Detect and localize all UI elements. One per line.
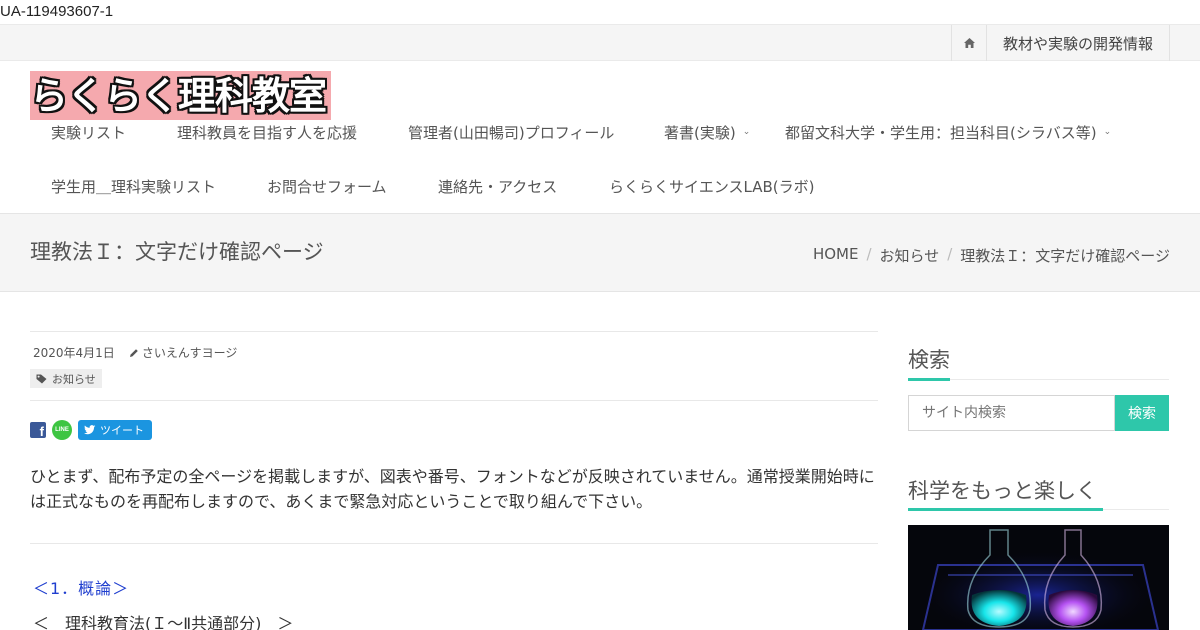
breadcrumb-current: 理教法Ｉ：文字だけ確認ページ xyxy=(960,247,1170,265)
science-widget-title: 科学をもっと楽しく xyxy=(908,479,1097,503)
section-heading: ＜1．概論＞ xyxy=(33,579,130,598)
breadcrumb-separator: / xyxy=(947,245,953,263)
tweet-button[interactable]: ツイート xyxy=(78,420,152,440)
nav-item-books[interactable]: 著書(実験) ⌄ xyxy=(664,105,750,159)
nav-item-contact-form[interactable]: お問合せフォーム xyxy=(267,159,387,213)
nav-item-experiment-list[interactable]: 実験リスト xyxy=(51,105,126,159)
section-subheading: ＜ 理科教育法(Ｉ～Ⅱ共通部分) ＞ xyxy=(33,614,294,630)
breadcrumb-home[interactable]: HOME xyxy=(813,245,859,266)
nav-item-label: 都留文科大学・学生用：担当科目(シラバス等) xyxy=(785,123,1097,142)
line-icon: LINE xyxy=(55,427,69,433)
glowing-flasks-image[interactable] xyxy=(908,525,1169,630)
search-input[interactable] xyxy=(908,395,1115,431)
nav-item-label: お問合せフォーム xyxy=(267,177,387,196)
post-date: 2020年4月1日 xyxy=(33,346,115,360)
search-widget-title: 検索 xyxy=(908,348,950,372)
page-title-band: 理教法Ｉ：文字だけ確認ページ HOME / お知らせ / 理教法Ｉ：文字だけ確認… xyxy=(0,213,1200,292)
chevron-down-icon: ⌄ xyxy=(1103,127,1112,137)
nav-item-label: らくらくサイエンスLAB(ラボ) xyxy=(609,177,815,196)
divider xyxy=(30,543,878,544)
facebook-share-button[interactable]: f xyxy=(30,422,46,438)
page-title: 理教法Ｉ：文字だけ確認ページ xyxy=(30,240,324,264)
post-meta: 2020年4月1日 さいえんすヨージ xyxy=(33,344,237,361)
breadcrumb: HOME / お知らせ / 理教法Ｉ：文字だけ確認ページ xyxy=(813,245,1170,266)
line-share-button[interactable]: LINE xyxy=(52,420,72,440)
home-icon xyxy=(963,38,975,48)
nav-item-label: 理科教員を目指す人を応援 xyxy=(177,123,358,142)
widget-divider xyxy=(908,378,1169,381)
tweet-label: ツイート xyxy=(100,424,144,437)
widget-accent xyxy=(908,378,950,381)
home-link[interactable] xyxy=(951,25,987,61)
twitter-bird-icon xyxy=(84,425,96,435)
divider xyxy=(30,331,878,332)
search-button[interactable]: 検索 xyxy=(1115,395,1169,431)
nav-item-access[interactable]: 連絡先・アクセス xyxy=(438,159,557,213)
divider xyxy=(30,400,878,401)
breadcrumb-category[interactable]: お知らせ xyxy=(880,245,940,266)
post-author[interactable]: さいえんすヨージ xyxy=(129,344,238,361)
nav-item-university-courses[interactable]: 都留文科大学・学生用：担当科目(シラバス等) ⌄ xyxy=(785,105,1111,159)
share-buttons: f LINE ツイート xyxy=(30,420,152,440)
nav-item-label: 連絡先・アクセス xyxy=(438,177,558,196)
top-bar: 教材や実験の開発情報 xyxy=(0,24,1200,61)
chevron-down-icon: ⌄ xyxy=(742,127,751,137)
widget-accent xyxy=(908,508,1103,511)
post-tag-label: お知らせ xyxy=(52,372,96,386)
tag-icon xyxy=(36,374,47,383)
breadcrumb-separator: / xyxy=(866,245,872,263)
tracking-id-text: UA-119493607-1 xyxy=(0,3,114,20)
widget-divider xyxy=(908,508,1169,511)
post-author-name: さいえんすヨージ xyxy=(141,346,238,360)
nav-item-label: 実験リスト xyxy=(51,123,127,142)
flask-illustration xyxy=(908,525,1169,630)
nav-item-label: 著書(実験) xyxy=(664,123,736,142)
facebook-icon: f xyxy=(39,424,44,439)
dev-info-link[interactable]: 教材や実験の開発情報 xyxy=(987,25,1170,61)
post-tag[interactable]: お知らせ xyxy=(30,369,102,388)
nav-item-label: 学生用＿理科実験リスト xyxy=(51,177,217,196)
nav-item-student-experiments[interactable]: 学生用＿理科実験リスト xyxy=(51,159,216,213)
nav-item-admin-profile[interactable]: 管理者(山田暢司)プロフィール xyxy=(408,105,614,159)
nav-item-label: 管理者(山田暢司)プロフィール xyxy=(408,123,615,142)
pencil-icon xyxy=(129,348,138,357)
post-body: ひとまず、配布予定の全ページを掲載しますが、図表や番号、フォントなどが反映されて… xyxy=(30,467,875,511)
nav-item-support-teachers[interactable]: 理科教員を目指す人を応援 xyxy=(177,105,357,159)
nav-item-science-lab[interactable]: らくらくサイエンスLAB(ラボ) xyxy=(609,159,815,213)
